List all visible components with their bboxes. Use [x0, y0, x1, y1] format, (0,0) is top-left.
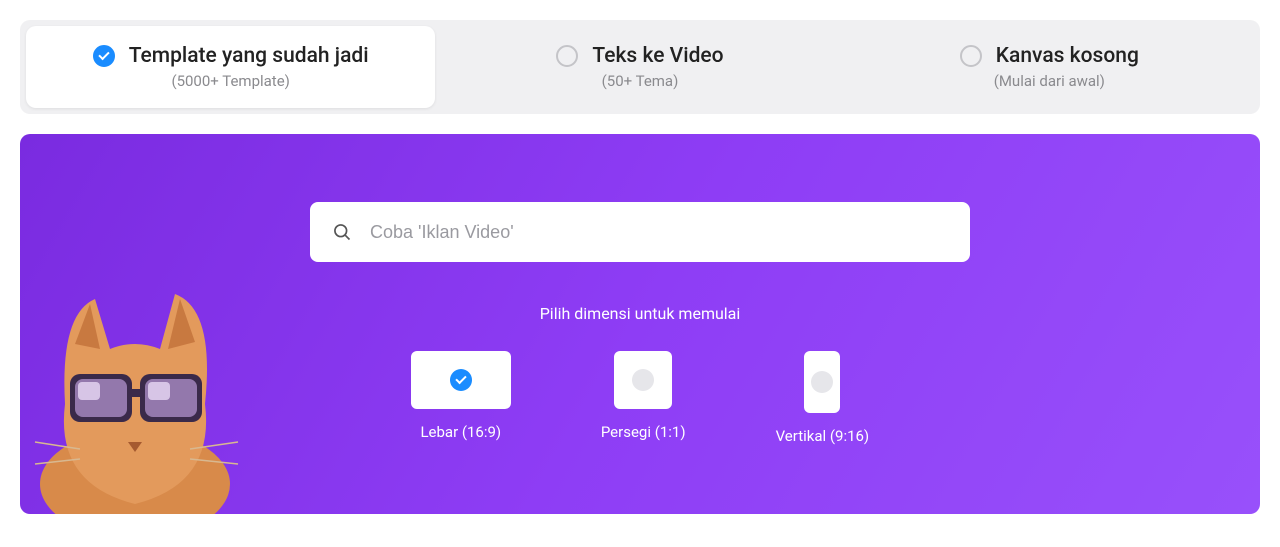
tab-subtitle: (Mulai dari awal): [994, 72, 1105, 90]
dimension-heading: Pilih dimensi untuk memulai: [540, 304, 741, 323]
radio-checked-icon: [93, 45, 115, 67]
dimension-label: Vertikal (9:16): [776, 427, 870, 445]
dimension-options: Lebar (16:9) Persegi (1:1) Vertikal (9:1…: [411, 351, 869, 445]
creation-mode-tabs: Template yang sudah jadi (5000+ Template…: [20, 20, 1260, 114]
tab-title: Kanvas kosong: [996, 44, 1139, 68]
tab-text-to-video[interactable]: Teks ke Video (50+ Tema): [435, 26, 844, 108]
cat-illustration: [20, 254, 250, 514]
tab-subtitle: (50+ Tema): [602, 72, 679, 90]
tab-title: Template yang sudah jadi: [129, 44, 369, 68]
dimension-square[interactable]: Persegi (1:1): [601, 351, 686, 445]
dot-icon: [811, 371, 833, 393]
template-search[interactable]: [310, 202, 970, 262]
hero-panel: Pilih dimensi untuk memulai Lebar (16:9)…: [20, 134, 1260, 514]
dimension-wide[interactable]: Lebar (16:9): [411, 351, 511, 445]
search-input[interactable]: [370, 222, 948, 243]
tab-ready-templates[interactable]: Template yang sudah jadi (5000+ Template…: [26, 26, 435, 108]
aspect-vertical-icon: [804, 351, 840, 413]
search-icon: [332, 222, 352, 242]
tab-subtitle: (5000+ Template): [171, 72, 289, 90]
dot-icon: [632, 369, 654, 391]
check-icon: [450, 369, 472, 391]
aspect-square-icon: [614, 351, 672, 409]
dimension-label: Persegi (1:1): [601, 423, 686, 441]
dimension-label: Lebar (16:9): [420, 423, 501, 441]
dimension-vertical[interactable]: Vertikal (9:16): [776, 351, 870, 445]
radio-unchecked-icon: [556, 45, 578, 67]
radio-unchecked-icon: [960, 45, 982, 67]
tab-title: Teks ke Video: [592, 44, 723, 68]
tab-blank-canvas[interactable]: Kanvas kosong (Mulai dari awal): [845, 26, 1254, 108]
aspect-wide-icon: [411, 351, 511, 409]
